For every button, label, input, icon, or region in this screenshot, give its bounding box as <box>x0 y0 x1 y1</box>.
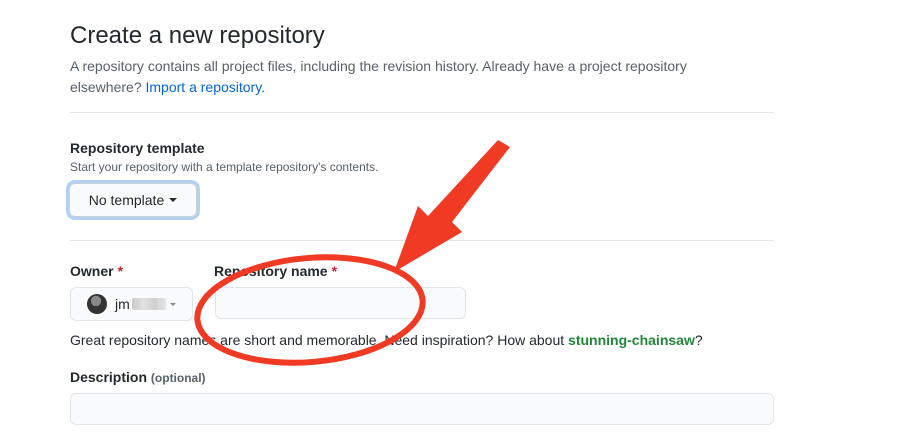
repo-name-label: Repository name * <box>214 263 337 279</box>
optional-marker: (optional) <box>150 371 206 385</box>
description-input[interactable] <box>70 393 774 425</box>
import-repository-link[interactable]: Import a repository. <box>146 79 266 95</box>
owner-label-text: Owner <box>70 263 114 279</box>
description-label: Description (optional) <box>70 369 206 385</box>
annotation-arrow <box>394 140 510 272</box>
template-dropdown-button[interactable]: No template <box>69 183 197 217</box>
caret-down-icon <box>169 302 176 306</box>
hint-text: Great repository names are short and mem… <box>70 332 565 348</box>
owner-dropdown-button[interactable]: jm <box>70 287 193 321</box>
template-label: Repository template <box>70 140 205 156</box>
template-note: Start your repository with a template re… <box>70 160 379 174</box>
repo-name-label-text: Repository name <box>214 263 328 279</box>
hint-end: ? <box>694 332 703 348</box>
user-avatar-icon <box>87 294 107 314</box>
template-button-label: No template <box>88 192 165 208</box>
required-marker: * <box>331 263 338 279</box>
redacted-text <box>131 298 166 310</box>
repo-name-hint: Great repository names are short and mem… <box>70 332 703 348</box>
name-suggestion[interactable]: stunning-chainsaw <box>568 332 695 348</box>
page-intro: A repository contains all project files,… <box>70 56 760 98</box>
divider <box>70 112 774 113</box>
page-title: Create a new repository <box>70 22 325 49</box>
owner-repo-separator: / <box>200 290 207 315</box>
owner-name: jm <box>115 296 130 312</box>
description-label-text: Description <box>70 369 148 385</box>
caret-down-icon <box>169 198 178 202</box>
divider <box>70 240 774 241</box>
create-repository-page: Create a new repository A repository con… <box>0 0 902 437</box>
owner-label: Owner * <box>70 263 123 279</box>
required-marker: * <box>117 263 124 279</box>
repository-name-input[interactable] <box>215 287 466 319</box>
